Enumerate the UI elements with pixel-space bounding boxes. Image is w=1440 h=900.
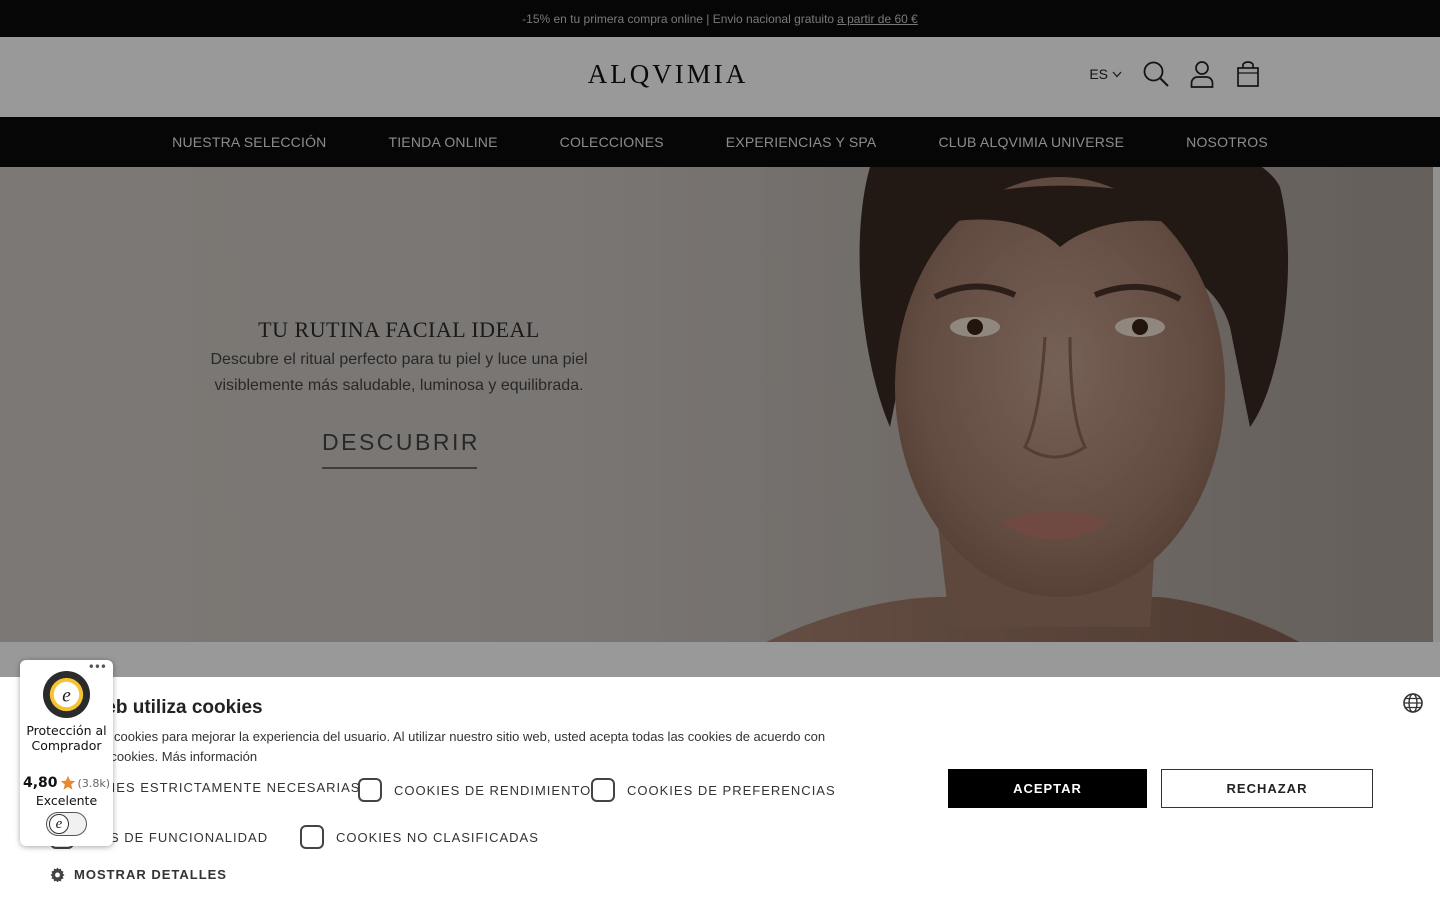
- trusted-shops-toggle[interactable]: e: [46, 812, 87, 836]
- cookie-option-necessary[interactable]: KIES ESTRICTAMENTE NECESARIAS: [102, 780, 360, 795]
- cookie-banner: tio web utiliza cookies web usa cookies …: [0, 677, 1440, 900]
- cookie-text-line-2: lítica de cookies. Más información: [62, 747, 902, 767]
- gear-icon: [50, 867, 65, 882]
- star-icon: [60, 775, 75, 790]
- cookie-option-label: COOKIES NO CLASIFICADAS: [336, 829, 539, 845]
- unclassified-checkbox[interactable]: [300, 825, 324, 849]
- cookie-option-performance[interactable]: COOKIES DE RENDIMIENTO: [358, 778, 591, 802]
- rating-grade: Excelente: [35, 793, 98, 808]
- rating-score: 4,80: [23, 775, 58, 791]
- preferences-checkbox[interactable]: [591, 778, 615, 802]
- rating-row: 4,80 (3.8k): [20, 775, 113, 791]
- globe-icon[interactable]: [1402, 692, 1424, 719]
- accept-cookies-button[interactable]: ACEPTAR: [948, 769, 1147, 808]
- cookie-banner-text: web usa cookies para mejorar la experien…: [62, 727, 902, 767]
- cookie-option-label: COOKIES DE PREFERENCIAS: [627, 782, 836, 798]
- svg-text:e: e: [62, 685, 71, 706]
- trusted-shops-badge[interactable]: ••• e Protección al Comprador 4,80 (3.8k…: [20, 660, 113, 846]
- reject-cookies-button[interactable]: RECHAZAR: [1161, 769, 1373, 808]
- rating-count: (3.8k): [77, 776, 110, 790]
- buyer-protection-label: Protección al Comprador: [26, 723, 107, 753]
- cookie-option-preferences[interactable]: COOKIES DE PREFERENCIAS: [591, 778, 836, 802]
- more-info-link[interactable]: Más información: [162, 749, 257, 764]
- modal-backdrop: [0, 0, 1440, 677]
- page: -15% en tu primera compra online | Envio…: [0, 0, 1440, 900]
- trusted-shops-seal-icon: e: [42, 670, 91, 719]
- cookie-option-label: KIES DE FUNCIONALIDAD: [86, 829, 269, 845]
- performance-checkbox[interactable]: [358, 778, 382, 802]
- show-details-label: MOSTRAR DETALLES: [74, 867, 227, 882]
- trusted-shops-e-icon: e: [49, 814, 69, 834]
- show-details-button[interactable]: MOSTRAR DETALLES: [50, 867, 227, 882]
- cookie-option-label: COOKIES DE RENDIMIENTO: [394, 782, 592, 798]
- cookie-text-line-1: web usa cookies para mejorar la experien…: [62, 729, 826, 744]
- cookie-option-label: KIES ESTRICTAMENTE NECESARIAS: [102, 780, 361, 795]
- cookie-option-unclassified[interactable]: COOKIES NO CLASIFICADAS: [300, 825, 539, 849]
